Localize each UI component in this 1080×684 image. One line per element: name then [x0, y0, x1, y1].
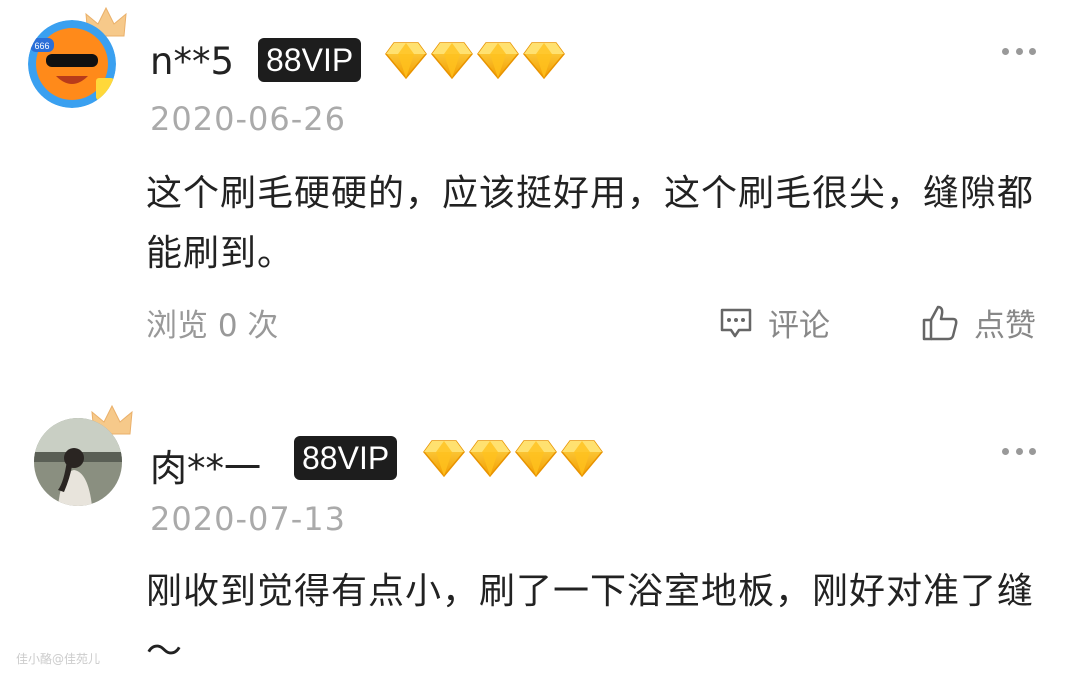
view-count: 浏览 0 次	[146, 308, 279, 344]
diamond-icon	[430, 40, 474, 80]
vip-badge: 88VIP	[294, 436, 398, 480]
avatar-image	[34, 418, 122, 506]
review-date: 2020-07-13	[150, 500, 346, 538]
diamond-icon	[422, 438, 466, 478]
thumbs-up-icon	[922, 305, 958, 340]
diamond-icon	[468, 438, 512, 478]
comment-label: 评论	[768, 308, 830, 344]
watermark: 佳小酪@佳苑儿	[16, 652, 101, 666]
avatar[interactable]: 666	[24, 6, 128, 110]
review-text: 这个刷毛硬硬的，应该挺好用，这个刷毛很尖，缝隙都能刷到。	[146, 173, 1035, 274]
membership-gems	[384, 40, 566, 80]
diamond-icon	[384, 40, 428, 80]
more-icon[interactable]	[1002, 46, 1036, 56]
comment-icon	[720, 308, 752, 337]
review-date: 2020-06-26	[150, 100, 346, 138]
diamond-icon	[560, 438, 604, 478]
vip-badge: 88VIP	[258, 38, 362, 82]
comment-button[interactable]: 评论	[718, 300, 830, 345]
like-button[interactable]: 点赞	[920, 300, 1036, 345]
username[interactable]: n**5	[150, 40, 234, 83]
like-label: 点赞	[974, 308, 1036, 344]
avatar-image: 666	[28, 20, 116, 108]
username[interactable]: 肉**一	[150, 438, 261, 492]
avatar-badge-text: 666	[34, 41, 49, 51]
diamond-icon	[522, 40, 566, 80]
membership-gems	[422, 438, 604, 478]
diamond-icon	[514, 438, 558, 478]
diamond-icon	[476, 40, 520, 80]
more-icon[interactable]	[1002, 446, 1036, 456]
review-text: 刚收到觉得有点小，刷了一下浴室地板，刚好对准了缝～	[146, 571, 1035, 672]
avatar[interactable]	[30, 404, 134, 508]
